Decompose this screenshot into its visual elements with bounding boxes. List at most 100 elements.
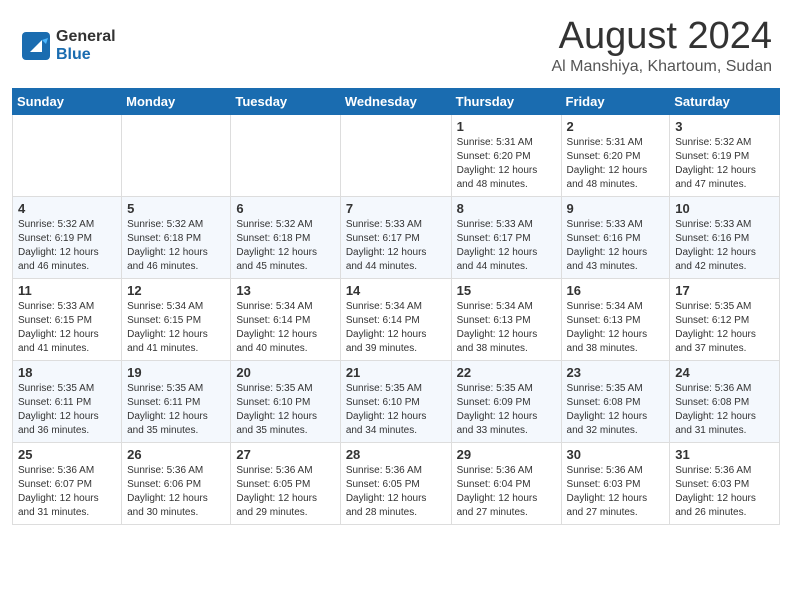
day-info: Sunrise: 5:33 AM Sunset: 6:15 PM Dayligh… — [18, 300, 116, 356]
day-number: 14 — [346, 283, 446, 298]
calendar-cell: 2 Sunrise: 5:31 AM Sunset: 6:20 PM Daylig… — [561, 114, 670, 196]
calendar-cell — [122, 114, 231, 196]
calendar-cell: 12 Sunrise: 5:34 AM Sunset: 6:15 PM Dayli… — [122, 278, 231, 360]
calendar-cell: 23 Sunrise: 5:35 AM Sunset: 6:08 PM Dayli… — [561, 360, 670, 442]
calendar-cell — [340, 114, 451, 196]
calendar-cell: 10Sunrise: 5:33 AM Sunset: 6:16 PM Dayli… — [670, 196, 780, 278]
day-info: Sunrise: 5:33 AM Sunset: 6:17 PM Dayligh… — [346, 218, 446, 274]
day-number: 13 — [236, 283, 334, 298]
day-number: 4 — [18, 201, 116, 216]
calendar-cell: 30 Sunrise: 5:36 AM Sunset: 6:03 PM Dayli… — [561, 442, 670, 524]
calendar-cell — [13, 114, 122, 196]
calendar-cell: 21 Sunrise: 5:35 AM Sunset: 6:10 PM Dayli… — [340, 360, 451, 442]
calendar-cell: 17 Sunrise: 5:35 AM Sunset: 6:12 PM Dayli… — [670, 278, 780, 360]
calendar-cell: 1 Sunrise: 5:31 AM Sunset: 6:20 PM Daylig… — [451, 114, 561, 196]
calendar-cell: 28Sunrise: 5:36 AM Sunset: 6:05 PM Dayli… — [340, 442, 451, 524]
calendar: SundayMondayTuesdayWednesdayThursdayFrid… — [12, 88, 780, 525]
calendar-cell: 26 Sunrise: 5:36 AM Sunset: 6:06 PM Dayli… — [122, 442, 231, 524]
day-of-week-header: Sunday — [13, 88, 122, 114]
calendar-week-row: 1 Sunrise: 5:31 AM Sunset: 6:20 PM Daylig… — [13, 114, 780, 196]
day-number: 5 — [127, 201, 225, 216]
location: Al Manshiya, Khartoum, Sudan — [551, 58, 772, 76]
day-info: Sunrise: 5:35 AM Sunset: 6:10 PM Dayligh… — [346, 382, 446, 438]
day-info: Sunrise: 5:34 AM Sunset: 6:15 PM Dayligh… — [127, 300, 225, 356]
day-info: Sunrise: 5:33 AM Sunset: 6:16 PM Dayligh… — [567, 218, 665, 274]
day-info: Sunrise: 5:35 AM Sunset: 6:11 PM Dayligh… — [18, 382, 116, 438]
calendar-cell: 18 Sunrise: 5:35 AM Sunset: 6:11 PM Dayli… — [13, 360, 122, 442]
day-number: 31 — [675, 447, 774, 462]
day-number: 1 — [457, 119, 556, 134]
day-number: 3 — [675, 119, 774, 134]
header: General Blue August 2024 Al Manshiya, Kh… — [0, 0, 792, 80]
calendar-week-row: 11 Sunrise: 5:33 AM Sunset: 6:15 PM Dayli… — [13, 278, 780, 360]
logo-blue: Blue — [56, 46, 116, 64]
day-info: Sunrise: 5:35 AM Sunset: 6:08 PM Dayligh… — [567, 382, 665, 438]
day-info: Sunrise: 5:31 AM Sunset: 6:20 PM Dayligh… — [567, 136, 665, 192]
calendar-week-row: 25 Sunrise: 5:36 AM Sunset: 6:07 PM Dayli… — [13, 442, 780, 524]
day-info: Sunrise: 5:36 AM Sunset: 6:07 PM Dayligh… — [18, 464, 116, 520]
day-number: 12 — [127, 283, 225, 298]
day-number: 18 — [18, 365, 116, 380]
day-info: Sunrise: 5:34 AM Sunset: 6:13 PM Dayligh… — [567, 300, 665, 356]
calendar-cell: 27 Sunrise: 5:36 AM Sunset: 6:05 PM Dayli… — [231, 442, 340, 524]
day-number: 30 — [567, 447, 665, 462]
day-info: Sunrise: 5:31 AM Sunset: 6:20 PM Dayligh… — [457, 136, 556, 192]
calendar-header-row: SundayMondayTuesdayWednesdayThursdayFrid… — [13, 88, 780, 114]
title-area: August 2024 Al Manshiya, Khartoum, Sudan — [551, 16, 772, 76]
day-number: 2 — [567, 119, 665, 134]
day-info: Sunrise: 5:35 AM Sunset: 6:12 PM Dayligh… — [675, 300, 774, 356]
logo-general: General — [56, 28, 116, 46]
day-number: 29 — [457, 447, 556, 462]
day-number: 10 — [675, 201, 774, 216]
calendar-cell: 8Sunrise: 5:33 AM Sunset: 6:17 PM Daylig… — [451, 196, 561, 278]
day-info: Sunrise: 5:36 AM Sunset: 6:05 PM Dayligh… — [346, 464, 446, 520]
calendar-cell: 29 Sunrise: 5:36 AM Sunset: 6:04 PM Dayli… — [451, 442, 561, 524]
day-number: 23 — [567, 365, 665, 380]
day-info: Sunrise: 5:32 AM Sunset: 6:19 PM Dayligh… — [18, 218, 116, 274]
logo: General Blue — [20, 28, 116, 63]
calendar-cell: 16Sunrise: 5:34 AM Sunset: 6:13 PM Dayli… — [561, 278, 670, 360]
day-info: Sunrise: 5:36 AM Sunset: 6:05 PM Dayligh… — [236, 464, 334, 520]
day-info: Sunrise: 5:34 AM Sunset: 6:14 PM Dayligh… — [236, 300, 334, 356]
calendar-cell: 6Sunrise: 5:32 AM Sunset: 6:18 PM Daylig… — [231, 196, 340, 278]
day-number: 22 — [457, 365, 556, 380]
day-number: 20 — [236, 365, 334, 380]
day-info: Sunrise: 5:36 AM Sunset: 6:03 PM Dayligh… — [567, 464, 665, 520]
day-of-week-header: Friday — [561, 88, 670, 114]
day-number: 24 — [675, 365, 774, 380]
day-info: Sunrise: 5:36 AM Sunset: 6:08 PM Dayligh… — [675, 382, 774, 438]
day-number: 25 — [18, 447, 116, 462]
day-of-week-header: Wednesday — [340, 88, 451, 114]
day-info: Sunrise: 5:35 AM Sunset: 6:11 PM Dayligh… — [127, 382, 225, 438]
calendar-week-row: 4 Sunrise: 5:32 AM Sunset: 6:19 PM Daylig… — [13, 196, 780, 278]
logo-icon — [20, 30, 52, 62]
day-info: Sunrise: 5:36 AM Sunset: 6:04 PM Dayligh… — [457, 464, 556, 520]
calendar-cell: 25 Sunrise: 5:36 AM Sunset: 6:07 PM Dayli… — [13, 442, 122, 524]
day-info: Sunrise: 5:35 AM Sunset: 6:09 PM Dayligh… — [457, 382, 556, 438]
calendar-week-row: 18 Sunrise: 5:35 AM Sunset: 6:11 PM Dayli… — [13, 360, 780, 442]
calendar-cell: 3Sunrise: 5:32 AM Sunset: 6:19 PM Daylig… — [670, 114, 780, 196]
day-number: 21 — [346, 365, 446, 380]
day-info: Sunrise: 5:36 AM Sunset: 6:06 PM Dayligh… — [127, 464, 225, 520]
day-number: 9 — [567, 201, 665, 216]
calendar-cell — [231, 114, 340, 196]
calendar-cell: 24 Sunrise: 5:36 AM Sunset: 6:08 PM Dayli… — [670, 360, 780, 442]
day-info: Sunrise: 5:32 AM Sunset: 6:18 PM Dayligh… — [236, 218, 334, 274]
day-number: 15 — [457, 283, 556, 298]
calendar-cell: 22 Sunrise: 5:35 AM Sunset: 6:09 PM Dayli… — [451, 360, 561, 442]
day-of-week-header: Monday — [122, 88, 231, 114]
day-of-week-header: Tuesday — [231, 88, 340, 114]
day-info: Sunrise: 5:34 AM Sunset: 6:14 PM Dayligh… — [346, 300, 446, 356]
day-number: 7 — [346, 201, 446, 216]
day-number: 27 — [236, 447, 334, 462]
day-number: 17 — [675, 283, 774, 298]
day-number: 19 — [127, 365, 225, 380]
day-info: Sunrise: 5:36 AM Sunset: 6:03 PM Dayligh… — [675, 464, 774, 520]
calendar-cell: 15Sunrise: 5:34 AM Sunset: 6:13 PM Dayli… — [451, 278, 561, 360]
day-number: 11 — [18, 283, 116, 298]
calendar-cell: 13 Sunrise: 5:34 AM Sunset: 6:14 PM Dayli… — [231, 278, 340, 360]
calendar-cell: 9 Sunrise: 5:33 AM Sunset: 6:16 PM Daylig… — [561, 196, 670, 278]
day-number: 8 — [457, 201, 556, 216]
calendar-cell: 5Sunrise: 5:32 AM Sunset: 6:18 PM Daylig… — [122, 196, 231, 278]
day-number: 26 — [127, 447, 225, 462]
